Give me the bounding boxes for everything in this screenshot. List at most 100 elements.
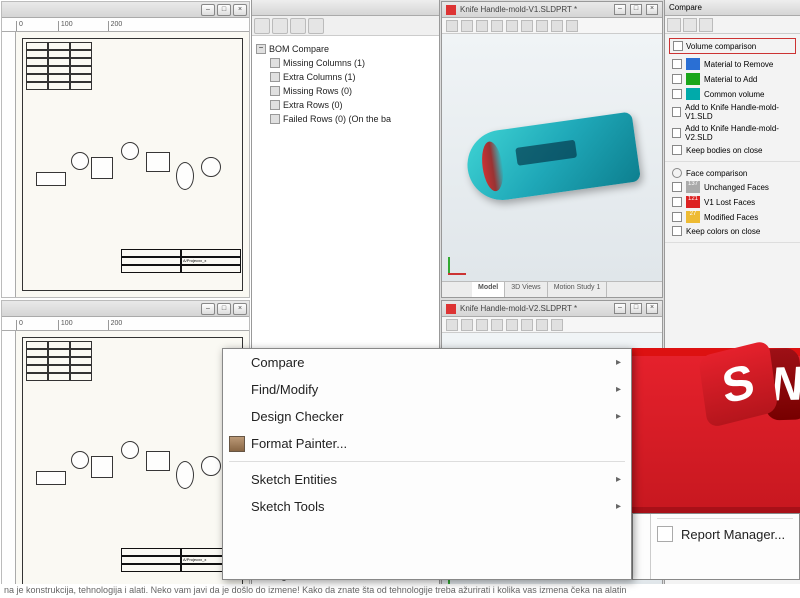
menu-compare[interactable]: Compare▸ xyxy=(223,349,631,376)
maximize-button[interactable]: □ xyxy=(630,4,642,15)
checkbox[interactable] xyxy=(673,41,683,51)
close-button[interactable]: × xyxy=(646,303,658,314)
close-button[interactable]: × xyxy=(233,4,247,16)
drawing-sheet[interactable]: A/Projecxx_x xyxy=(16,32,249,297)
add-to-ref2[interactable]: Add to Knife Handle-mold-V2.SLD xyxy=(669,123,796,143)
rotate-icon[interactable] xyxy=(476,319,488,331)
view-icon[interactable] xyxy=(566,20,578,32)
menu-sketch-tools[interactable]: Sketch Tools▸ xyxy=(223,493,631,520)
report-icon xyxy=(657,526,673,542)
tab-motion[interactable]: Motion Study 1 xyxy=(548,282,608,297)
section-icon[interactable] xyxy=(506,20,518,32)
menu-sketch-entities[interactable]: Sketch Entities▸ xyxy=(223,466,631,493)
menu-design-checker[interactable]: Design Checker▸ xyxy=(223,403,631,430)
compare-row-lost[interactable]: 121V1 Lost Faces xyxy=(669,195,796,209)
solidworks-cube-logo: W S xyxy=(698,340,800,453)
tab-model[interactable]: Model xyxy=(472,282,505,297)
3d-canvas[interactable] xyxy=(442,34,662,281)
checkbox[interactable] xyxy=(672,197,682,207)
tab-3dviews[interactable]: 3D Views xyxy=(505,282,547,297)
fit-icon[interactable] xyxy=(491,319,503,331)
ruler-vertical xyxy=(2,331,16,596)
minimize-button[interactable]: – xyxy=(201,303,215,315)
toolbar-button[interactable] xyxy=(667,18,681,32)
pan-icon[interactable] xyxy=(461,319,473,331)
tree-item[interactable]: Missing Columns (1) xyxy=(256,56,435,70)
compare-row-unchanged[interactable]: 137Unchanged Faces xyxy=(669,180,796,194)
viewport-title: Knife Handle-mold-V1.SLDPRT * xyxy=(460,5,577,14)
close-button[interactable]: × xyxy=(646,4,658,15)
section-icon[interactable] xyxy=(506,319,518,331)
tree-item[interactable]: Extra Columns (1) xyxy=(256,70,435,84)
keep-colors[interactable]: Keep colors on close xyxy=(669,225,796,237)
minimize-button[interactable]: – xyxy=(201,4,215,16)
bom-table xyxy=(26,42,92,90)
compare-row-remove[interactable]: Material to Remove xyxy=(669,57,796,71)
zoom-icon[interactable] xyxy=(446,319,458,331)
foreground-overlay: ƷSSOLIDWORKS Compare W S Compare▸ Find/M… xyxy=(222,348,800,580)
close-button[interactable]: × xyxy=(233,303,247,315)
toolbar-button[interactable] xyxy=(699,18,713,32)
color-swatch: 121 xyxy=(686,196,700,208)
checkbox[interactable] xyxy=(672,226,682,236)
menu-find-modify[interactable]: Find/Modify▸ xyxy=(223,376,631,403)
view-icon[interactable] xyxy=(536,20,548,32)
bom-table xyxy=(26,341,92,381)
menu-format-painter[interactable]: Format Painter... xyxy=(223,430,631,457)
minimize-button[interactable]: – xyxy=(614,4,626,15)
display-icon[interactable] xyxy=(521,319,533,331)
keep-bodies[interactable]: Keep bodies on close xyxy=(669,144,796,156)
panel-title: Compare xyxy=(665,0,800,16)
view-icon[interactable] xyxy=(551,319,563,331)
pan-icon[interactable] xyxy=(461,20,473,32)
submenu-arrow-icon: ▸ xyxy=(616,474,621,485)
checkbox[interactable] xyxy=(672,89,682,99)
submenu-arrow-icon: ▸ xyxy=(616,384,621,395)
radio[interactable] xyxy=(672,168,682,178)
toolbar-button[interactable] xyxy=(308,18,324,34)
drawing-column: – □ × 0 100 200 xyxy=(0,0,252,598)
rotate-icon[interactable] xyxy=(476,20,488,32)
tree-item[interactable]: Extra Rows (0) xyxy=(256,98,435,112)
panel-header xyxy=(252,0,439,16)
compare-row-add[interactable]: Material to Add xyxy=(669,72,796,86)
checkbox[interactable] xyxy=(672,145,682,155)
tree-root[interactable]: BOM Compare xyxy=(256,42,435,56)
tree-item[interactable]: Missing Rows (0) xyxy=(256,84,435,98)
maximize-button[interactable]: □ xyxy=(630,303,642,314)
toolbar-button[interactable] xyxy=(290,18,306,34)
face-comparison-header[interactable]: Face comparison xyxy=(669,167,796,179)
display-icon[interactable] xyxy=(521,20,533,32)
checkbox[interactable] xyxy=(672,212,682,222)
volume-comparison-header[interactable]: Volume comparison xyxy=(669,38,796,54)
maximize-button[interactable]: □ xyxy=(217,303,231,315)
viewport-titlebar: Knife Handle-mold-V2.SLDPRT * – □ × xyxy=(442,301,662,317)
view-icon[interactable] xyxy=(551,20,563,32)
menu-separator xyxy=(657,518,793,519)
checkbox[interactable] xyxy=(672,182,682,192)
checkbox[interactable] xyxy=(672,59,682,69)
viewport-titlebar: Knife Handle-mold-V1.SLDPRT * – □ × xyxy=(442,2,662,18)
orientation-triad[interactable] xyxy=(448,251,472,275)
toolbar-button[interactable] xyxy=(254,18,270,34)
compare-row-modified[interactable]: 27Modified Faces xyxy=(669,210,796,224)
ruler-horizontal: 0 100 200 xyxy=(2,317,249,331)
lower-menu-panel: Report Manager... xyxy=(632,513,800,580)
checkbox[interactable] xyxy=(672,128,681,138)
add-to-ref1[interactable]: Add to Knife Handle-mold-V1.SLD xyxy=(669,102,796,122)
checkbox[interactable] xyxy=(672,74,682,84)
view-icon[interactable] xyxy=(536,319,548,331)
compare-row-common[interactable]: Common volume xyxy=(669,87,796,101)
toolbar-button[interactable] xyxy=(683,18,697,32)
drawing-sheet[interactable]: A/Projecxx_x xyxy=(16,331,249,596)
checkbox[interactable] xyxy=(672,107,681,117)
zoom-icon[interactable] xyxy=(446,20,458,32)
knife-handle-model xyxy=(463,111,641,204)
color-swatch xyxy=(686,73,700,85)
menu-report-manager[interactable]: Report Manager... xyxy=(651,523,799,546)
minimize-button[interactable]: – xyxy=(614,303,626,314)
fit-icon[interactable] xyxy=(491,20,503,32)
toolbar-button[interactable] xyxy=(272,18,288,34)
maximize-button[interactable]: □ xyxy=(217,4,231,16)
tree-item[interactable]: Failed Rows (0) (On the ba xyxy=(256,112,435,126)
